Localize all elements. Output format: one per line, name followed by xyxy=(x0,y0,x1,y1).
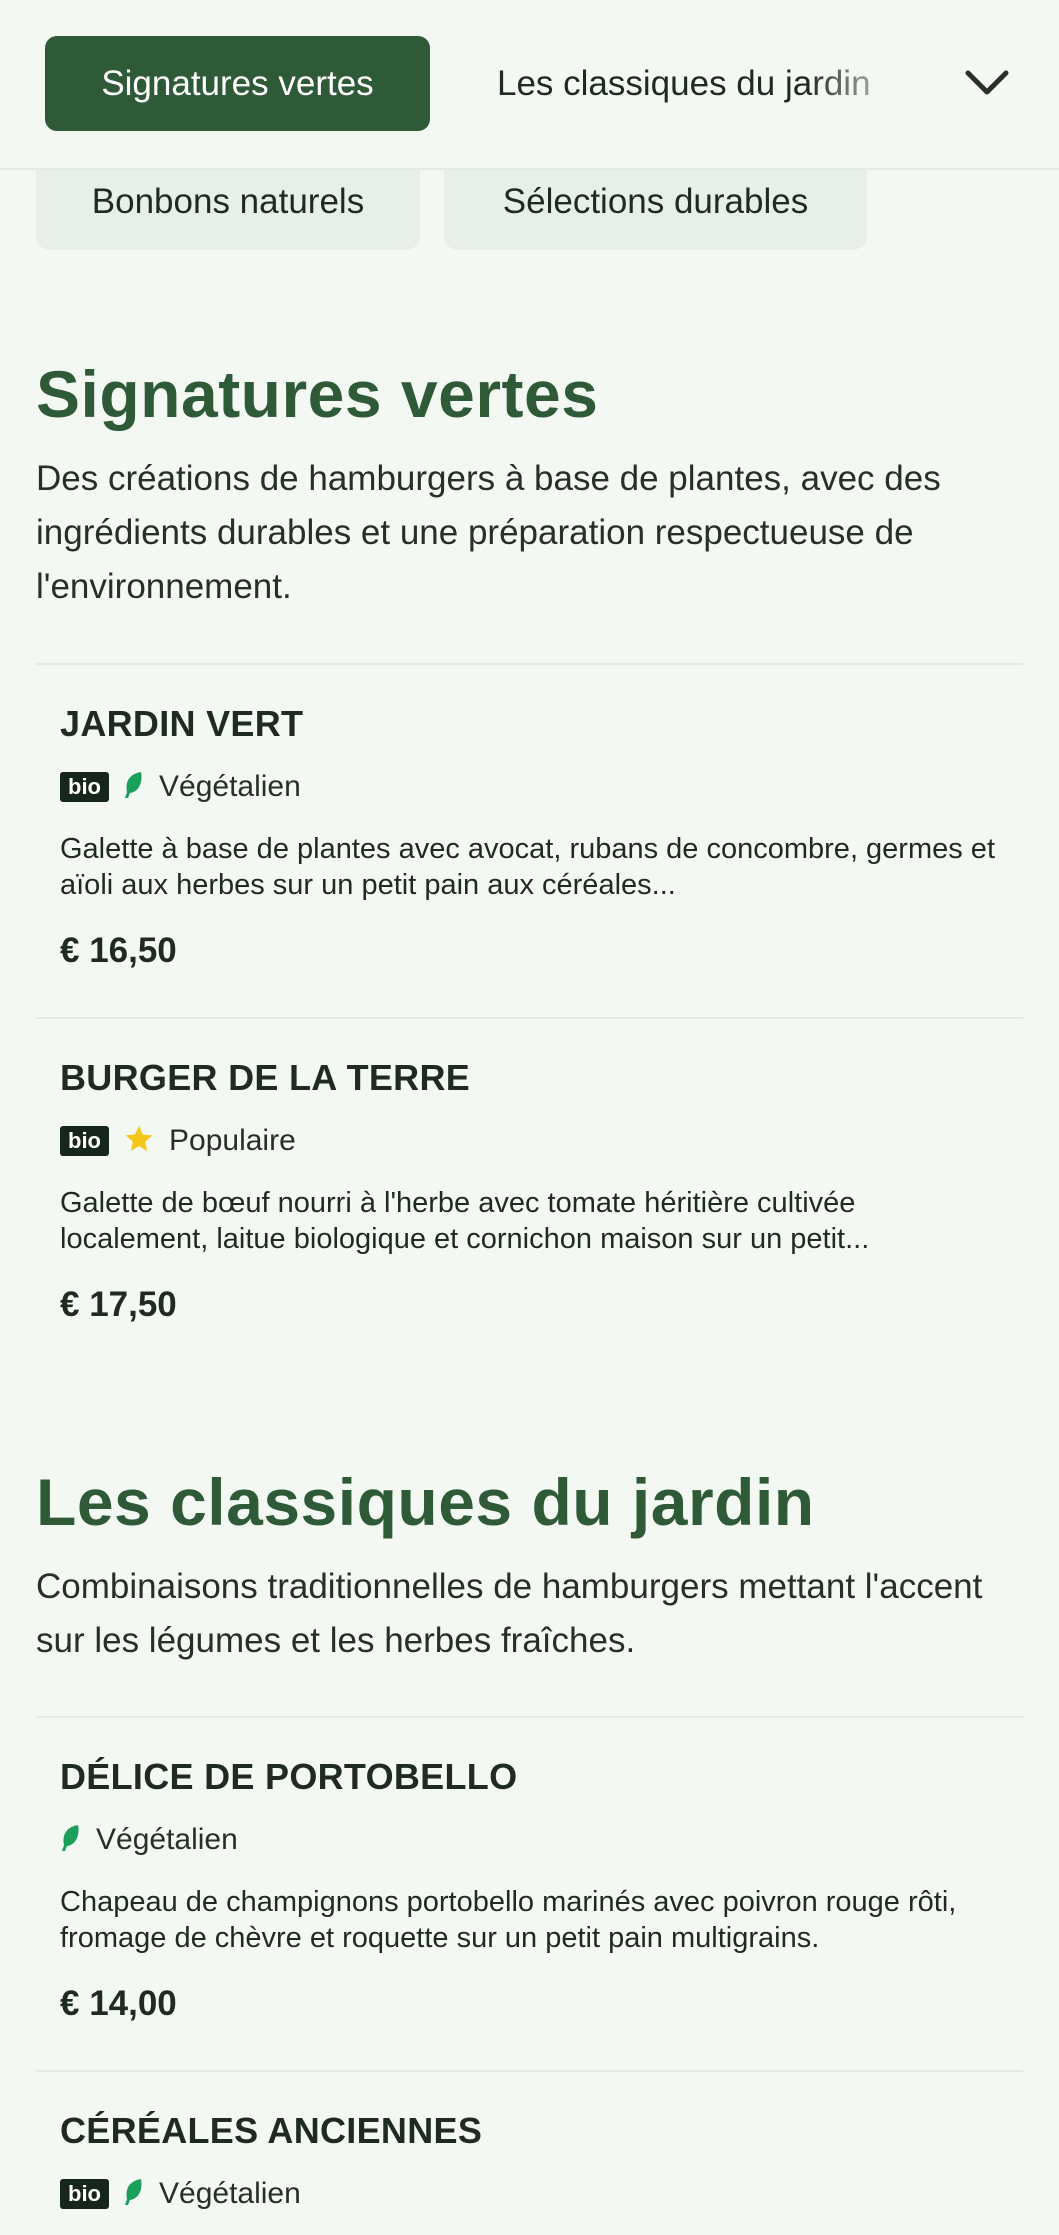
bio-badge: bio xyxy=(60,1126,109,1156)
section-title: Les classiques du jardin xyxy=(36,1465,815,1539)
item-description: Galette à base de plantes avec avocat, r… xyxy=(60,833,995,901)
section-description: Des créations de hamburgers à base de pl… xyxy=(36,459,941,606)
category-nav-bar: Signatures vertes Les classiques du jard… xyxy=(0,0,1059,170)
item-tag-label: Végétalien xyxy=(159,2177,301,2210)
bio-badge: bio xyxy=(60,772,109,802)
item-tags: bio Populaire xyxy=(60,1121,296,1161)
category-chip-label: Bonbons naturels xyxy=(91,182,365,221)
item-name: JARDIN VERT xyxy=(60,703,304,744)
divider xyxy=(36,1716,1023,1718)
category-tab-next[interactable]: Les classiques du jardin xyxy=(497,36,917,131)
leaf-icon xyxy=(60,1823,82,1858)
item-price: € 17,50 xyxy=(60,1285,177,1324)
item-tags: Végétalien xyxy=(60,1820,238,1860)
item-price: € 16,50 xyxy=(60,931,177,970)
divider xyxy=(36,1017,1023,1019)
item-name: DÉLICE DE PORTOBELLO xyxy=(60,1756,518,1797)
category-chip-label: Sélections durables xyxy=(502,182,809,221)
item-name: CÉRÉALES ANCIENNES xyxy=(60,2110,483,2151)
menu-item[interactable]: DÉLICE DE PORTOBELLO Végétalien Chapeau … xyxy=(36,1756,1023,2066)
leaf-icon xyxy=(123,770,145,805)
item-tag-label: Végétalien xyxy=(96,1823,238,1856)
section-title: Signatures vertes xyxy=(36,357,599,431)
bio-badge: bio xyxy=(60,2179,109,2209)
menu-item[interactable]: JARDIN VERT bio Végétalien Galette à bas… xyxy=(36,703,1023,1013)
item-price: € 14,00 xyxy=(60,1984,177,2023)
chevron-down-icon[interactable] xyxy=(960,56,1014,110)
section-description: Combinaisons traditionnelles de hamburge… xyxy=(36,1567,983,1660)
item-tag-label: Végétalien xyxy=(159,770,301,803)
category-tab-active[interactable]: Signatures vertes xyxy=(45,36,430,131)
menu-page: Bonbons naturels Sélections durables Sig… xyxy=(0,0,1059,2235)
divider xyxy=(36,663,1023,665)
menu-item[interactable]: CÉRÉALES ANCIENNES bio Végétalien xyxy=(36,2110,1023,2235)
divider xyxy=(36,2070,1023,2072)
item-description: Galette de bœuf nourri à l'herbe avec to… xyxy=(60,1187,870,1255)
item-tags: bio Végétalien xyxy=(60,2174,301,2214)
menu-item[interactable]: BURGER DE LA TERRE bio Populaire Galette… xyxy=(36,1057,1023,1367)
leaf-icon xyxy=(123,2177,145,2212)
item-tag-label: Populaire xyxy=(169,1124,296,1157)
item-name: BURGER DE LA TERRE xyxy=(60,1057,471,1098)
tab-fade-overlay xyxy=(807,36,917,131)
item-tags: bio Végétalien xyxy=(60,767,301,807)
item-description: Chapeau de champignons portobello mariné… xyxy=(60,1886,957,1954)
star-icon xyxy=(123,1123,155,1160)
category-tab-label: Signatures vertes xyxy=(101,63,374,103)
